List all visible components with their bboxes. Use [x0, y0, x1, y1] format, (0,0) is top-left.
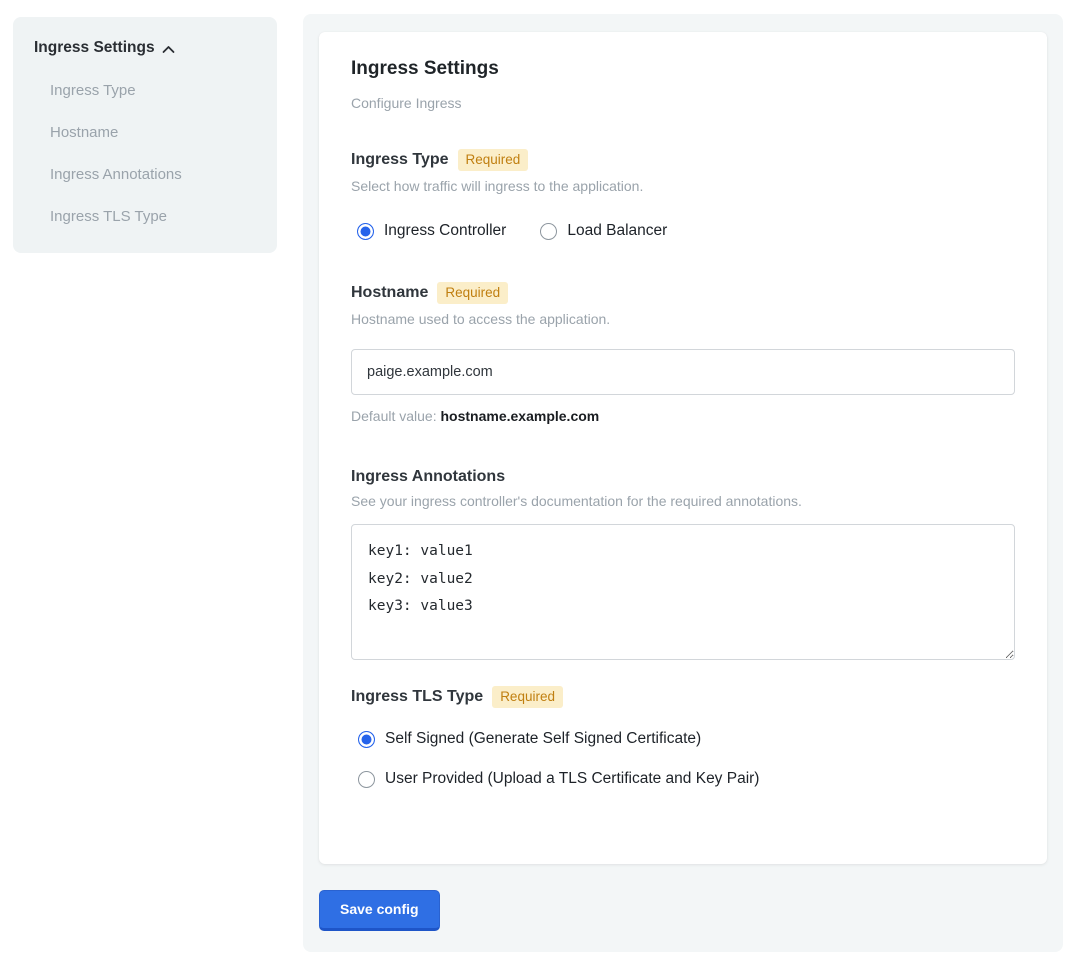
hostname-label: Hostname [351, 284, 428, 302]
sidebar-item-ingress-tls-type[interactable]: Ingress TLS Type [50, 208, 259, 225]
ingress-settings-card: Ingress Settings Configure Ingress Ingre… [319, 32, 1047, 864]
ingress-type-help: Select how traffic will ingress to the a… [351, 178, 1015, 194]
chevron-up-icon [162, 45, 175, 54]
page-subtitle: Configure Ingress [351, 95, 1015, 111]
radio-option-user-provided[interactable]: User Provided (Upload a TLS Certificate … [358, 770, 1015, 788]
annotations-help: See your ingress controller's documentat… [351, 493, 1015, 509]
ingress-type-label: Ingress Type [351, 151, 449, 169]
radio-option-self-signed[interactable]: Self Signed (Generate Self Signed Certif… [358, 730, 1015, 748]
sidebar-group-ingress-settings[interactable]: Ingress Settings [34, 39, 259, 57]
radio-label: Ingress Controller [384, 222, 506, 240]
hostname-input[interactable] [351, 349, 1015, 395]
section-ingress-tls-type: Ingress TLS Type Required Self Signed (G… [351, 686, 1015, 788]
section-ingress-annotations: Ingress Annotations See your ingress con… [351, 468, 1015, 660]
radio-icon[interactable] [357, 223, 374, 240]
radio-icon[interactable] [540, 223, 557, 240]
radio-label: Load Balancer [567, 222, 667, 240]
sidebar-item-hostname[interactable]: Hostname [50, 124, 259, 141]
ingress-type-options: Ingress Controller Load Balancer [357, 222, 1015, 240]
radio-option-load-balancer[interactable]: Load Balancer [540, 222, 667, 240]
required-badge: Required [437, 282, 508, 304]
default-value-text: hostname.example.com [441, 408, 600, 424]
settings-sidebar: Ingress Settings Ingress Type Hostname I… [13, 17, 277, 253]
main-panel: Ingress Settings Configure Ingress Ingre… [303, 14, 1063, 952]
annotations-textarea[interactable]: key1: value1 key2: value2 key3: value3 [351, 524, 1015, 660]
page: Ingress Settings Ingress Type Hostname I… [0, 0, 1090, 973]
radio-icon[interactable] [358, 771, 375, 788]
page-title: Ingress Settings [351, 58, 1015, 80]
radio-option-ingress-controller[interactable]: Ingress Controller [357, 222, 506, 240]
section-ingress-type: Ingress Type Required Select how traffic… [351, 149, 1015, 240]
section-hostname: Hostname Required Hostname used to acces… [351, 282, 1015, 424]
sidebar-group-label: Ingress Settings [34, 39, 155, 57]
radio-icon[interactable] [358, 731, 375, 748]
sidebar-item-ingress-annotations[interactable]: Ingress Annotations [50, 166, 259, 183]
save-config-button[interactable]: Save config [319, 890, 440, 931]
radio-label: User Provided (Upload a TLS Certificate … [385, 770, 759, 788]
tls-type-label: Ingress TLS Type [351, 688, 483, 706]
required-badge: Required [492, 686, 563, 708]
radio-label: Self Signed (Generate Self Signed Certif… [385, 730, 701, 748]
default-value-label: Default value: [351, 408, 437, 424]
annotations-label: Ingress Annotations [351, 468, 505, 486]
required-badge: Required [458, 149, 529, 171]
sidebar-item-ingress-type[interactable]: Ingress Type [50, 82, 259, 99]
hostname-default-line: Default value: hostname.example.com [351, 408, 1015, 424]
hostname-help: Hostname used to access the application. [351, 311, 1015, 327]
tls-type-options: Self Signed (Generate Self Signed Certif… [351, 730, 1015, 788]
